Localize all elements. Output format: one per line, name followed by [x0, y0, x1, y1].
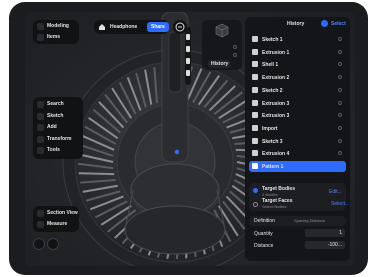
- tool-add[interactable]: Add: [47, 124, 57, 130]
- visibility-toggle[interactable]: [338, 125, 342, 130]
- history-item-label: Extrusion 2: [262, 75, 290, 82]
- bottom-tool-panel: Section View Measure: [33, 206, 79, 232]
- history-item-label: Extrusion 3: [262, 113, 290, 120]
- target-bodies-sub: 2 Bodies: [262, 192, 278, 197]
- tablet-frame: Modeling Items Headphone Share History S…: [9, 2, 368, 275]
- history-item-label: Sketch 3: [262, 138, 283, 145]
- search-icon[interactable]: [37, 101, 44, 108]
- add-icon[interactable]: [321, 20, 328, 27]
- tools-icon[interactable]: [37, 147, 44, 154]
- history-item[interactable]: Extrusion 3: [249, 98, 346, 109]
- history-item-label: Extrusion 4: [262, 151, 290, 158]
- sketch-icon: [252, 36, 258, 42]
- extrusion-icon: [252, 99, 258, 106]
- modeling-label[interactable]: Modeling: [47, 23, 69, 29]
- target-faces-sub: Select Bodies: [262, 204, 287, 209]
- select-faces-button[interactable]: Select...: [331, 201, 349, 207]
- minus-icon: [175, 22, 185, 32]
- document-bar: Headphone Share: [94, 20, 169, 34]
- distance-input[interactable]: -100...: [305, 241, 345, 249]
- sketch-icon: [252, 137, 258, 144]
- history-toggle[interactable]: History: [208, 60, 232, 68]
- shell-icon: [252, 61, 258, 68]
- mode-panel: Modeling Items: [33, 20, 79, 44]
- history-item[interactable]: Extrusion 3: [249, 110, 346, 121]
- import-icon: [252, 124, 258, 131]
- focus-icon[interactable]: [233, 53, 237, 57]
- visibility-toggle[interactable]: [338, 151, 342, 156]
- measure-icon[interactable]: [37, 221, 44, 228]
- home-icon[interactable]: [98, 23, 106, 31]
- view-cube-icon[interactable]: [214, 23, 230, 39]
- transform-icon[interactable]: [37, 135, 44, 143]
- history-item[interactable]: Shell 1: [249, 59, 346, 70]
- quantity-label: Quantity: [254, 231, 273, 237]
- visibility-toggle[interactable]: [338, 113, 342, 118]
- definition-value[interactable]: Spacing Distance: [294, 218, 325, 223]
- definition-label: Definition: [254, 218, 275, 224]
- history-item[interactable]: Pattern 1: [249, 161, 346, 172]
- fin: [78, 172, 115, 176]
- history-item-label: Extrusion 3: [262, 100, 290, 107]
- tool-sketch[interactable]: Sketch: [47, 113, 63, 119]
- eye-icon[interactable]: [233, 45, 237, 49]
- visibility-toggle[interactable]: [338, 138, 342, 143]
- history-item[interactable]: Sketch 2: [249, 85, 346, 96]
- sketch-icon: [252, 86, 258, 93]
- extrusion-icon: [252, 48, 258, 55]
- visibility-toggle[interactable]: [338, 87, 342, 92]
- items-icon[interactable]: [37, 34, 44, 41]
- history-item[interactable]: Extrusion 4: [249, 148, 346, 159]
- tool-search[interactable]: Search: [47, 101, 64, 107]
- visibility-toggle[interactable]: [338, 49, 342, 54]
- history-title: History: [287, 21, 305, 27]
- quantity-input[interactable]: 1: [305, 229, 345, 237]
- history-item[interactable]: Sketch 1: [249, 34, 346, 45]
- visibility-toggle[interactable]: [338, 62, 342, 67]
- history-item[interactable]: Import: [249, 123, 346, 134]
- items-label[interactable]: Items: [47, 34, 60, 40]
- history-item-label: Sketch 1: [262, 37, 283, 43]
- document-name[interactable]: Headphone: [110, 24, 137, 30]
- radio-unselected[interactable]: [253, 202, 258, 207]
- measure-label[interactable]: Measure: [47, 221, 67, 227]
- history-item-label: Shell 1: [262, 62, 279, 69]
- tool-tools[interactable]: Tools: [47, 147, 60, 153]
- select-button[interactable]: Select: [331, 21, 346, 27]
- tool-transform[interactable]: Transform: [47, 136, 71, 142]
- pencil-icon[interactable]: [37, 112, 44, 120]
- minus-button[interactable]: [173, 20, 187, 34]
- history-panel: History Select Sketch 1 Extrusion 1 Shell …: [245, 17, 350, 261]
- modeling-icon[interactable]: [37, 23, 44, 30]
- view-panel: History: [202, 20, 242, 70]
- history-item-label: Import: [262, 125, 278, 132]
- bottom-left-button[interactable]: [33, 238, 45, 250]
- history-item-label: Sketch 2: [262, 87, 283, 94]
- add-icon[interactable]: [37, 124, 44, 131]
- visibility-toggle[interactable]: [338, 37, 342, 41]
- history-item[interactable]: Sketch 3: [249, 136, 346, 147]
- visibility-toggle[interactable]: [338, 75, 342, 80]
- distance-label: Distance: [254, 243, 274, 249]
- history-item-label: Pattern 1: [262, 164, 284, 170]
- pattern-icon: [252, 163, 258, 169]
- app-screen: Modeling Items Headphone Share History S…: [25, 12, 355, 266]
- extrusion-icon: [252, 150, 258, 157]
- history-item[interactable]: Extrusion 1: [249, 47, 346, 58]
- definition-row[interactable]: Definition Spacing Distance: [249, 216, 346, 226]
- history-item-label: Extrusion 1: [262, 49, 290, 56]
- tool-panel: Search Sketch Add Transform Tools: [33, 97, 83, 159]
- visibility-toggle[interactable]: [338, 100, 342, 105]
- bottom-left-button-2[interactable]: [47, 238, 59, 250]
- edit-button[interactable]: Edit...: [329, 189, 342, 195]
- history-item[interactable]: Extrusion 2: [249, 72, 346, 83]
- extrusion-icon: [252, 112, 258, 119]
- share-button[interactable]: Share: [147, 22, 169, 32]
- section-view-icon[interactable]: [37, 210, 44, 217]
- section-view-label[interactable]: Section View: [47, 210, 78, 216]
- extrusion-icon: [252, 74, 258, 81]
- radio-selected[interactable]: [253, 188, 258, 193]
